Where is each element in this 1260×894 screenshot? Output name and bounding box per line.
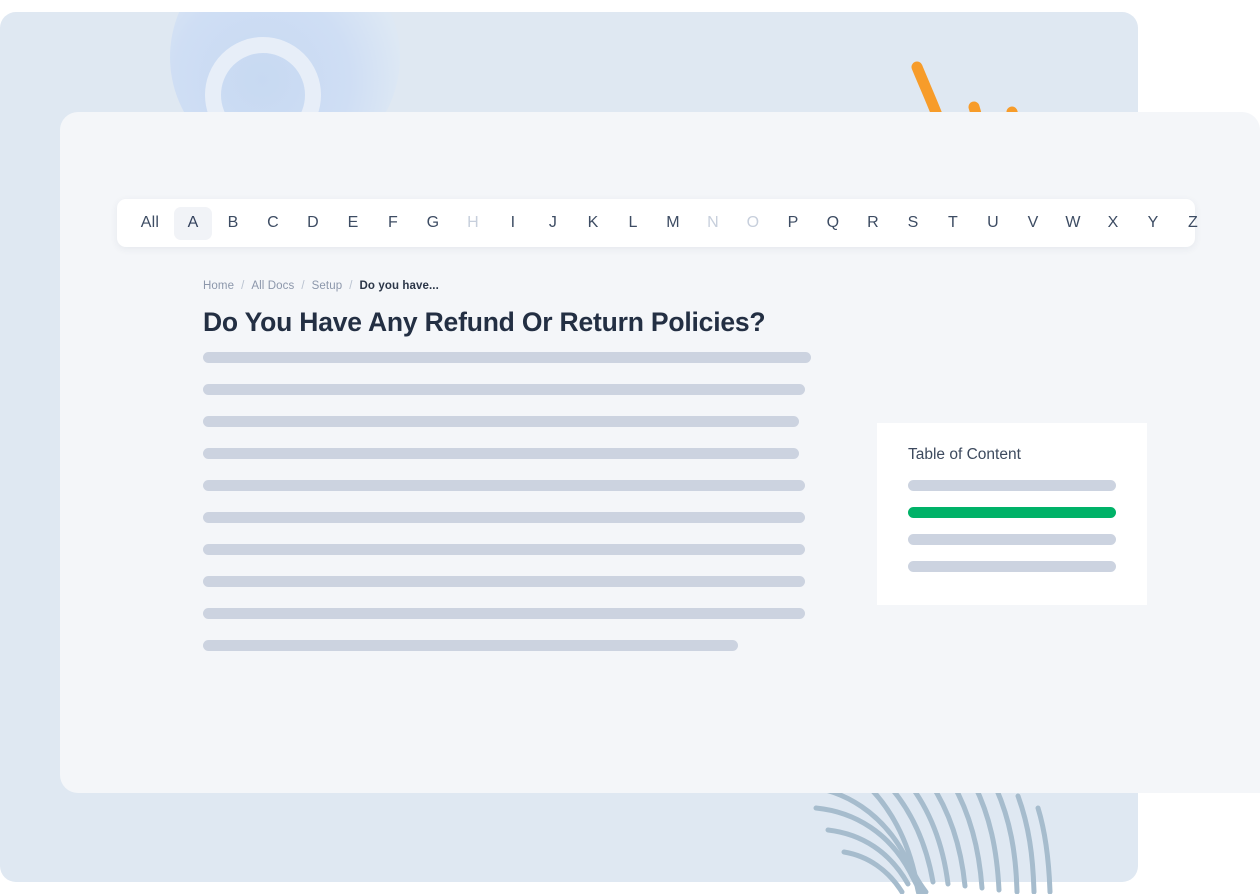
alphabet-item-all[interactable]: All <box>128 207 172 240</box>
page-title: Do You Have Any Refund Or Return Policie… <box>203 307 766 337</box>
alphabet-item-k[interactable]: K <box>574 207 612 240</box>
app-card: All A B C D E F G H I J K L M N O P Q R S T U V W X Y Z Home / All D… <box>60 112 1260 793</box>
breadcrumb-item-0[interactable]: Home <box>203 280 234 292</box>
breadcrumb-separator: / <box>301 280 305 292</box>
alphabet-item-l[interactable]: L <box>614 207 652 240</box>
article-placeholder-line <box>203 416 799 427</box>
breadcrumb-item-1[interactable]: All Docs <box>251 280 294 292</box>
alphabet-item-j[interactable]: J <box>534 207 572 240</box>
alphabet-item-i[interactable]: I <box>494 207 532 240</box>
alphabet-item-a[interactable]: A <box>174 206 212 240</box>
alphabet-item-f[interactable]: F <box>374 207 412 240</box>
alphabet-item-p[interactable]: P <box>774 207 812 240</box>
table-of-content-item-1[interactable] <box>908 507 1116 518</box>
table-of-content-item-0[interactable] <box>908 480 1116 491</box>
alphabet-item-d[interactable]: D <box>294 207 332 240</box>
alphabet-item-q[interactable]: Q <box>814 207 852 240</box>
table-of-content-list[interactable] <box>908 480 1116 572</box>
table-of-content-item-3[interactable] <box>908 561 1116 572</box>
table-of-content-item-2[interactable] <box>908 534 1116 545</box>
article-placeholder-line <box>203 384 805 395</box>
article-placeholder-line <box>203 352 811 363</box>
alphabet-item-g[interactable]: G <box>414 207 452 240</box>
alphabet-item-h: H <box>467 214 479 231</box>
alphabet-item-o: O <box>746 214 760 231</box>
article-placeholder-line <box>203 448 799 459</box>
alphabet-item-n: N <box>707 214 719 231</box>
breadcrumb-separator: / <box>241 280 245 292</box>
article-placeholder-line <box>203 480 805 491</box>
alphabet-item-m[interactable]: M <box>654 207 692 240</box>
screenshot-root: All A B C D E F G H I J K L M N O P Q R S T U V W X Y Z Home / All D… <box>0 0 1260 894</box>
breadcrumb: Home / All Docs / Setup / Do you have... <box>203 280 439 292</box>
breadcrumb-item-2[interactable]: Setup <box>312 280 343 292</box>
alphabet-item-t[interactable]: T <box>934 207 972 240</box>
article-placeholder-line <box>203 576 805 587</box>
breadcrumb-item-3: Do you have... <box>359 280 439 292</box>
table-of-content-title: Table of Content <box>908 446 1021 463</box>
article-placeholder-line <box>203 512 805 523</box>
article-placeholder-text <box>203 352 811 651</box>
article-placeholder-line <box>203 544 805 555</box>
alphabet-item-v[interactable]: V <box>1014 207 1052 240</box>
table-of-content-panel: Table of Content <box>877 423 1147 605</box>
alphabet-filter-bar[interactable]: All A B C D E F G H I J K L M N O P Q R S T U V W X Y Z <box>117 199 1198 247</box>
breadcrumb-separator: / <box>349 280 353 292</box>
alphabet-item-y[interactable]: Y <box>1134 207 1172 240</box>
alphabet-item-u[interactable]: U <box>974 207 1012 240</box>
article-placeholder-line <box>203 640 739 651</box>
alphabet-item-e[interactable]: E <box>334 207 372 240</box>
alphabet-item-c[interactable]: C <box>254 207 292 240</box>
alphabet-item-x[interactable]: X <box>1094 207 1132 240</box>
alphabet-item-r[interactable]: R <box>854 207 892 240</box>
alphabet-item-w[interactable]: W <box>1054 207 1092 240</box>
alphabet-item-b[interactable]: B <box>214 207 252 240</box>
alphabet-item-z[interactable]: Z <box>1174 207 1212 240</box>
article-placeholder-line <box>203 608 805 619</box>
alphabet-item-s[interactable]: S <box>894 207 932 240</box>
